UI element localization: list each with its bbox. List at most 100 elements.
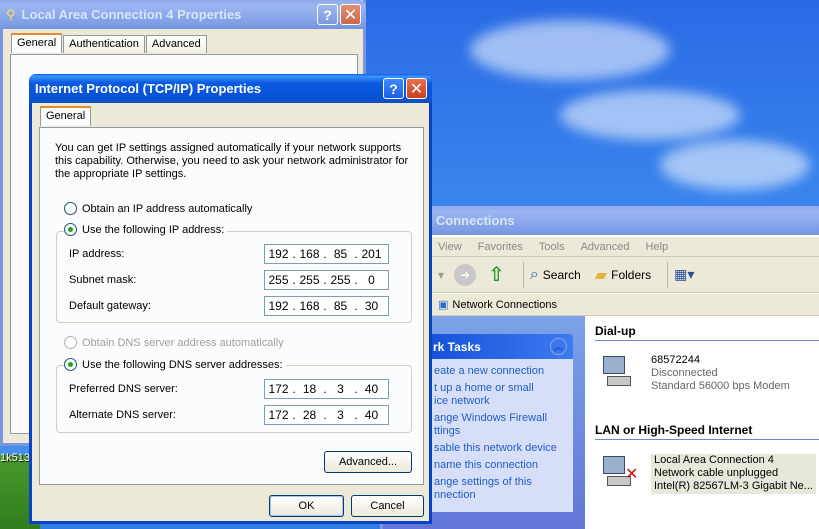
search-button[interactable]: Search (543, 268, 581, 282)
octet[interactable]: 18 (296, 382, 323, 396)
lac-title: Local Area Connection 4 Properties (21, 7, 242, 22)
address-text[interactable]: Network Connections (452, 299, 557, 311)
lac-titlebar[interactable]: ⚲ Local Area Connection 4 Properties ? ✕ (0, 0, 366, 29)
dns-manual-radio[interactable] (64, 358, 77, 371)
connection-device: Intel(R) 82567LM-3 Gigabit Ne... (654, 480, 813, 492)
octet[interactable]: 3 (327, 382, 354, 396)
default-gateway-input[interactable]: 192. 168. 85. 30 (264, 296, 389, 316)
octet[interactable]: 0 (358, 273, 385, 287)
connections-list: Dial-up 68572244 Disconnected Standard 5… (585, 316, 819, 529)
folders-button[interactable]: Folders (611, 268, 651, 282)
octet[interactable]: 201 (358, 247, 385, 261)
octet[interactable]: 192 (265, 247, 292, 261)
task-line: ange settings of this (434, 476, 532, 488)
octet[interactable]: 85 (327, 247, 354, 261)
views-icon[interactable]: ▦▾ (674, 266, 694, 283)
toolbar-separator (667, 261, 669, 288)
task-rename-connection[interactable]: name this connection (434, 459, 573, 472)
ip-manual-option[interactable]: Use the following IP address: (64, 223, 228, 236)
dialog-tab-strip: General (40, 106, 92, 126)
octet[interactable]: 168 (296, 247, 323, 261)
modem-connection-icon (601, 354, 639, 394)
octet[interactable]: 30 (358, 299, 385, 313)
collapse-chevron-icon[interactable]: ︽ (550, 338, 567, 355)
menu-favorites[interactable]: Favorites (478, 241, 523, 253)
subnet-mask-input[interactable]: 255. 255. 255. 0 (264, 270, 389, 290)
network-window-titlebar[interactable]: rk Connections (380, 206, 819, 235)
preferred-dns-input[interactable]: 172. 18. 3. 40 (264, 379, 389, 399)
octet[interactable]: 255 (265, 273, 292, 287)
dialog-titlebar[interactable]: Internet Protocol (TCP/IP) Properties ? … (29, 74, 432, 103)
task-change-firewall[interactable]: ange Windows Firewall ttings (434, 412, 573, 438)
menu-tools[interactable]: Tools (539, 241, 565, 253)
octet[interactable]: 85 (327, 299, 354, 313)
dns-auto-label: Obtain DNS server address automatically (82, 336, 284, 349)
tab-advanced[interactable]: Advanced (145, 35, 207, 53)
ip-auto-option[interactable]: Obtain an IP address automatically (64, 202, 252, 215)
dns-manual-option[interactable]: Use the following DNS server addresses: (64, 358, 286, 371)
octet[interactable]: 255 (296, 273, 323, 287)
task-change-settings[interactable]: ange settings of this nnection (434, 476, 573, 502)
alternate-dns-input[interactable]: 172. 28. 3. 40 (264, 405, 389, 425)
task-setup-home-network[interactable]: t up a home or small ice network (434, 382, 573, 408)
cloud (560, 90, 740, 140)
help-button[interactable]: ? (383, 78, 404, 99)
tcpip-properties-dialog: Internet Protocol (TCP/IP) Properties ? … (29, 74, 432, 524)
dns-auto-option[interactable]: Obtain DNS server address automatically (64, 336, 284, 349)
ip-address-input[interactable]: 192. 168. 85. 201 (264, 244, 389, 264)
menu-help[interactable]: Help (646, 241, 669, 253)
toolbar-separator (522, 261, 524, 288)
connection-name: 68572244 (651, 354, 700, 366)
octet[interactable]: 255 (327, 273, 354, 287)
octet[interactable]: 40 (358, 382, 385, 396)
tab-authentication[interactable]: Authentication (63, 35, 145, 53)
advanced-button[interactable]: Advanced... (324, 451, 412, 473)
task-create-connection[interactable]: eate a new connection (434, 365, 573, 378)
back-dropdown-icon[interactable]: ▾ (438, 268, 444, 282)
up-folder-icon[interactable]: ⇧ (488, 262, 505, 287)
menu-view[interactable]: View (438, 241, 462, 253)
general-tab-page: You can get IP settings assigned automat… (39, 127, 424, 485)
octet[interactable]: 192 (265, 299, 292, 313)
task-line: ange Windows Firewall (434, 412, 548, 424)
unplugged-x-icon: ✕ (625, 466, 639, 483)
menu-advanced[interactable]: Advanced (581, 241, 630, 253)
ip-manual-label: Use the following IP address: (82, 223, 225, 236)
dialog-title: Internet Protocol (TCP/IP) Properties (35, 81, 262, 96)
task-disable-device[interactable]: sable this network device (434, 442, 573, 455)
forward-icon[interactable]: ➜ (454, 263, 477, 286)
desktop-icon-label[interactable]: 1k513 (0, 452, 30, 464)
cloud (660, 140, 810, 190)
connection-lan[interactable]: ✕ Local Area Connection 4 Network cable … (601, 454, 816, 494)
ok-button[interactable]: OK (269, 495, 344, 517)
folders-icon[interactable]: ▰ (595, 265, 607, 285)
close-button[interactable]: ✕ (340, 4, 361, 25)
tab-general[interactable]: General (40, 106, 92, 126)
alternate-dns-row: Alternate DNS server: 172. 28. 3. 40 (69, 404, 389, 426)
task-line: ice network (434, 395, 490, 407)
octet[interactable]: 168 (296, 299, 323, 313)
close-button[interactable]: ✕ (406, 78, 427, 99)
dns-manual-label: Use the following DNS server addresses: (82, 358, 283, 371)
address-bar: ▣ Network Connections (383, 294, 819, 316)
ip-auto-radio[interactable] (64, 202, 77, 215)
octet[interactable]: 28 (296, 408, 323, 422)
dns-auto-radio[interactable] (64, 336, 77, 349)
octet[interactable]: 172 (265, 382, 292, 396)
ip-address-row: IP address: 192. 168. 85. 201 (69, 243, 389, 265)
cloud (470, 20, 670, 80)
connection-dialup[interactable]: 68572244 Disconnected Standard 56000 bps… (601, 354, 790, 394)
network-connections-window: rk Connections View Favorites Tools Adva… (380, 206, 819, 529)
connection-name: Local Area Connection 4 (654, 454, 774, 466)
connection-dialup-text: 68572244 Disconnected Standard 56000 bps… (651, 354, 790, 394)
cancel-button[interactable]: Cancel (351, 495, 424, 517)
octet[interactable]: 172 (265, 408, 292, 422)
octet[interactable]: 3 (327, 408, 354, 422)
connection-status: Disconnected (651, 367, 718, 379)
tab-general[interactable]: General (11, 33, 63, 53)
ip-manual-radio[interactable] (64, 223, 77, 236)
search-icon[interactable]: ⌕ (530, 266, 539, 284)
octet[interactable]: 40 (358, 408, 385, 422)
help-button[interactable]: ? (317, 4, 338, 25)
task-line: ttings (434, 425, 461, 437)
